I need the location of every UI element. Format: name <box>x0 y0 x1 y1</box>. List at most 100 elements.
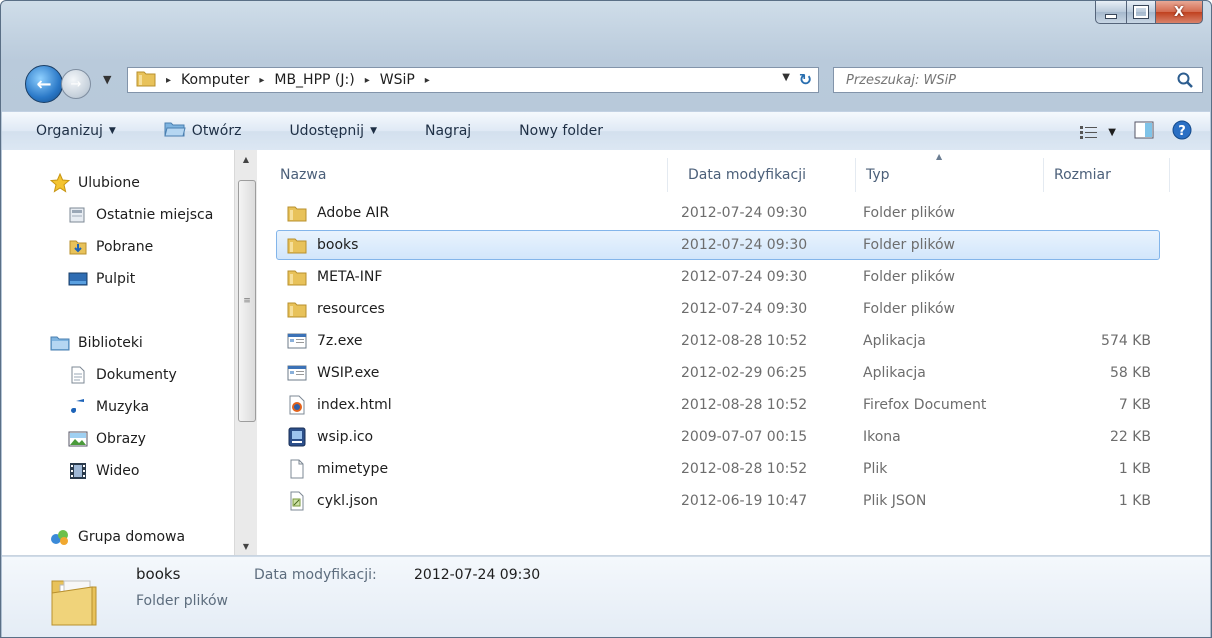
star-icon <box>50 173 70 193</box>
navigation-pane-scrollbar[interactable]: ▲ ≡ ▼ <box>234 150 257 555</box>
file-row[interactable]: index.html 2012-08-28 10:52 Firefox Docume… <box>276 390 1160 420</box>
file-name: index.html <box>317 397 392 413</box>
close-button[interactable]: X <box>1156 1 1203 24</box>
details-view-icon <box>1080 126 1098 139</box>
nav-item-music[interactable]: Muzyka <box>68 394 149 420</box>
details-date-label: Data modyfikacji: <box>254 567 377 583</box>
scroll-down-button[interactable]: ▼ <box>235 537 257 555</box>
folder-icon <box>287 299 307 319</box>
back-button[interactable]: ← <box>25 65 63 103</box>
file-date: 2012-08-28 10:52 <box>681 397 808 413</box>
open-button[interactable]: Otwórz <box>164 121 242 141</box>
nav-item-desktop[interactable]: Pulpit <box>68 266 135 292</box>
breadcrumb-wsip[interactable]: WSiP <box>380 72 415 88</box>
nav-label: Ostatnie miejsca <box>96 207 214 223</box>
wsip-ico-icon <box>287 427 307 447</box>
file-date: 2012-02-29 06:25 <box>681 365 808 381</box>
new-folder-button[interactable]: Nowy folder <box>519 123 603 139</box>
breadcrumb-komputer[interactable]: Komputer <box>181 72 249 88</box>
column-header-date[interactable]: Data modyfikacji <box>678 158 856 192</box>
file-name: META-INF <box>317 269 383 285</box>
search-input[interactable] <box>844 68 1168 92</box>
help-button[interactable]: ? <box>1172 120 1192 144</box>
file-type: Aplikacja <box>863 365 926 381</box>
file-row[interactable]: 7z.exe 2012-08-28 10:52 Aplikacja 574 KB <box>276 326 1160 356</box>
column-header-type[interactable]: ▲ Typ <box>856 152 1044 192</box>
breadcrumb-separator[interactable]: ▸ <box>425 75 430 86</box>
file-row[interactable]: WSIP.exe 2012-02-29 06:25 Aplikacja 58 KB <box>276 358 1160 388</box>
file-name: mimetype <box>317 461 389 477</box>
refresh-button[interactable]: ↻ <box>799 70 812 89</box>
application-icon <box>287 331 307 351</box>
nav-item-documents[interactable]: Dokumenty <box>68 362 177 388</box>
chevron-up-icon: ▲ <box>242 154 250 164</box>
organize-label: Organizuj <box>36 123 103 139</box>
nav-item-downloads[interactable]: Pobrane <box>68 234 153 260</box>
scroll-thumb[interactable]: ≡ <box>238 180 256 422</box>
file-row[interactable]: META-INF 2012-07-24 09:30 Folder plików <box>276 262 1160 292</box>
file-size: 58 KB <box>1109 365 1151 381</box>
breadcrumb-separator[interactable]: ▸ <box>365 75 370 86</box>
caption-buttons: X <box>1095 1 1203 24</box>
nav-item-recent-places[interactable]: Ostatnie miejsca <box>68 202 213 228</box>
arrow-right-icon: → <box>70 76 82 92</box>
file-date: 2012-06-19 10:47 <box>681 493 808 509</box>
file-size <box>1037 263 1151 291</box>
file-name-cell: META-INF <box>287 263 382 291</box>
forward-button[interactable]: → <box>61 69 91 99</box>
nav-item-videos[interactable]: Wideo <box>68 458 140 484</box>
nav-item-pictures[interactable]: Obrazy <box>68 426 146 452</box>
file-date: 2012-07-24 09:30 <box>681 205 808 221</box>
breadcrumb-drive[interactable]: MB_HPP (J:) <box>274 72 354 88</box>
command-bar: Organizuj ▼ Otwórz Udostępnij ▼ Nagraj N… <box>2 111 1210 151</box>
view-options-button[interactable]: ▼ <box>1080 125 1116 139</box>
preview-pane-icon <box>1134 121 1154 139</box>
file-type: Firefox Document <box>863 397 987 413</box>
details-pane: books Folder plików Data modyfikacji: 20… <box>2 556 1210 637</box>
column-header-type-label: Typ <box>866 167 890 183</box>
refresh-icon: ↻ <box>798 70 812 89</box>
music-note-icon <box>68 397 88 417</box>
organize-button[interactable]: Organizuj ▼ <box>36 123 116 139</box>
file-size <box>1037 199 1151 227</box>
address-dropdown-button[interactable]: ▼ <box>782 72 790 83</box>
folder-icon <box>287 203 307 223</box>
folder-icon <box>136 69 156 91</box>
file-row[interactable]: Adobe AIR 2012-07-24 09:30 Folder plików <box>276 198 1160 228</box>
scroll-up-button[interactable]: ▲ <box>235 150 257 168</box>
downloads-icon <box>68 237 88 257</box>
file-row[interactable]: cykl.json 2012-06-19 10:47 Plik JSON 1 KB <box>276 486 1160 516</box>
recent-pages-dropdown[interactable]: ▼ <box>103 73 111 86</box>
nav-item-favorites[interactable]: Ulubione <box>50 170 140 196</box>
minimize-button[interactable] <box>1095 1 1127 24</box>
file-row[interactable]: books 2012-07-24 09:30 Folder plików <box>276 230 1160 260</box>
search-icon[interactable] <box>1176 71 1194 93</box>
burn-button[interactable]: Nagraj <box>425 123 471 139</box>
nav-item-homegroup[interactable]: Grupa domowa <box>50 524 185 550</box>
share-button[interactable]: Udostępnij ▼ <box>289 123 377 139</box>
search-box[interactable] <box>833 67 1203 93</box>
file-type: Folder plików <box>863 301 956 317</box>
breadcrumb-separator[interactable]: ▸ <box>166 75 171 86</box>
file-row[interactable]: wsip.ico 2009-07-07 00:15 Ikona 22 KB <box>276 422 1160 452</box>
column-header-size[interactable]: Rozmiar <box>1044 158 1170 192</box>
open-label: Otwórz <box>191 123 242 139</box>
column-header-name[interactable]: Nazwa <box>270 158 668 192</box>
nav-item-libraries[interactable]: Biblioteki <box>50 330 143 356</box>
preview-pane-button[interactable] <box>1134 121 1154 143</box>
address-bar[interactable]: ▸ Komputer ▸ MB_HPP (J:) ▸ WSiP ▸ ▼ ↻ <box>127 67 819 93</box>
arrow-left-icon: ← <box>36 73 52 95</box>
file-row[interactable]: mimetype 2012-08-28 10:52 Plik 1 KB <box>276 454 1160 484</box>
firefox-document-icon <box>287 395 307 415</box>
burn-label: Nagraj <box>425 123 472 139</box>
file-row[interactable]: resources 2012-07-24 09:30 Folder plików <box>276 294 1160 324</box>
file-type: Plik JSON <box>863 493 927 509</box>
file-date: 2012-07-24 09:30 <box>681 269 808 285</box>
breadcrumb-separator[interactable]: ▸ <box>259 75 264 86</box>
details-item-name: books <box>136 565 181 583</box>
column-headers: Nazwa Data modyfikacji ▲ Typ Rozmiar <box>270 152 1170 192</box>
maximize-button[interactable] <box>1127 1 1156 24</box>
file-type: Plik <box>863 461 888 477</box>
details-item-type: Folder plików <box>136 593 229 609</box>
libraries-icon <box>50 333 70 353</box>
